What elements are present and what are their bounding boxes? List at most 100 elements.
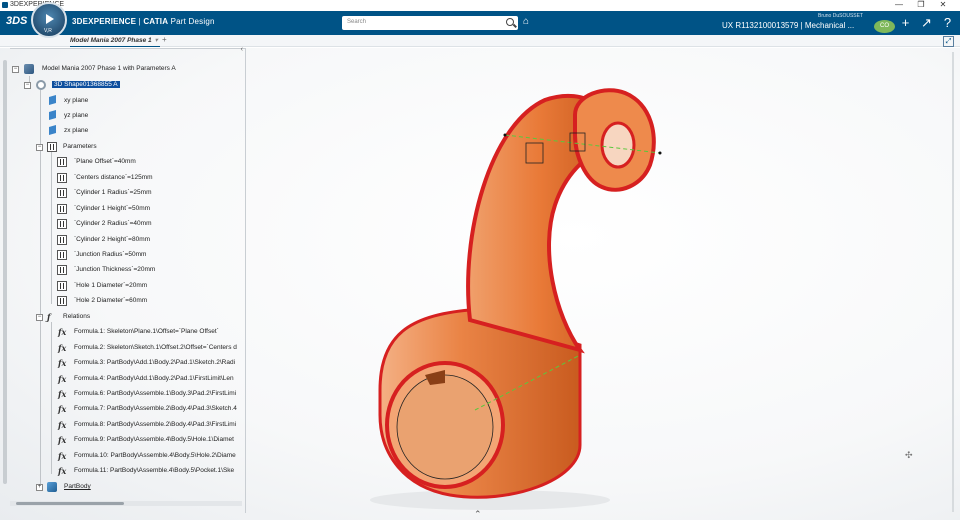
relation-label: Formula.10: PartBody\Assemble.4\Body.5\H… [74, 452, 236, 459]
parameter-icon [57, 188, 67, 198]
fx-icon: fx [58, 466, 67, 476]
app-icon [2, 2, 8, 8]
relation-label: Formula.9: PartBody\Assemble.4\Body.5\Ho… [74, 436, 234, 443]
tab-menu-icon[interactable]: ▾ [155, 37, 158, 44]
parameter-icon [57, 296, 67, 306]
add-tab-button[interactable]: + [162, 35, 167, 44]
fx-icon: fx [58, 435, 67, 445]
minimize-button[interactable]: — [888, 0, 910, 9]
parameter-label: `Cylinder 2 Radius`=40mm [74, 220, 152, 227]
plus-icon[interactable]: + [895, 15, 916, 30]
tree-vertical-scrollbar[interactable] [3, 60, 7, 484]
toggle[interactable]: − [24, 82, 31, 89]
parameter-label: `Junction Thickness`=20mm [74, 266, 156, 273]
relation-label: Formula.11: PartBody\Assemble.4\Body.5\P… [74, 467, 235, 474]
window-controls: — ❐ ✕ [888, 0, 954, 9]
play-icon [46, 14, 54, 24]
relation-label: Formula.2: Skeleton\Sketch.1\Offset.2\Of… [74, 344, 237, 351]
tag-icon[interactable]: ⌂ [523, 16, 529, 27]
part-model[interactable] [350, 85, 700, 510]
product-icon [24, 64, 34, 74]
top-icons: CO + ↗? [874, 15, 958, 33]
compass-version: V,R [44, 28, 52, 34]
action-bar-toggle-icon[interactable]: ⌃ [474, 509, 482, 520]
viewport-scrollbar[interactable] [952, 52, 954, 512]
parameter-label: `Hole 2 Diameter`=60mm [74, 297, 148, 304]
hole-1[interactable] [600, 121, 636, 169]
skeleton-point [503, 133, 507, 137]
tab-model-mania[interactable]: Model Mania 2007 Phase 1 ▾ [70, 36, 158, 44]
parameter-label: `Cylinder 2 Height`=80mm [74, 236, 151, 243]
relations-label: Relations [63, 313, 91, 320]
parameter-icon [57, 157, 67, 167]
tree-horizontal-scrollbar[interactable] [16, 502, 124, 505]
parameter-label: `Centers distance`=125mm [74, 174, 153, 181]
plane-label: xy plane [64, 97, 89, 104]
share-icon[interactable]: ↗ [916, 15, 937, 31]
ds-logo-icon[interactable]: 3DS [6, 15, 27, 27]
tab-label: Model Mania 2007 Phase 1 [70, 37, 152, 44]
search-input[interactable]: Search [342, 16, 518, 30]
skeleton-point [658, 151, 662, 155]
partbody-icon [47, 482, 57, 492]
relation-label: Formula.6: PartBody\Assemble.1\Body.3\Pa… [74, 390, 237, 397]
expand-icon[interactable]: ⤢ [943, 36, 954, 47]
fx-icon: fx [58, 389, 67, 399]
hole-2[interactable] [396, 374, 494, 480]
fx-icon: fx [58, 404, 67, 414]
parameter-icon [57, 219, 67, 229]
restore-button[interactable]: ❐ [910, 0, 932, 9]
window-title-bar: 3DEXPERIENCE — ❐ ✕ [0, 0, 960, 11]
fx-icon: fx [58, 327, 67, 337]
parameter-icon [57, 265, 67, 275]
top-bar: 3DS 3DEXPERIENCE | CATIA Part Design Sea… [0, 11, 960, 35]
parameter-label: `Plane Offset`=40mm [74, 158, 136, 165]
toggle[interactable]: − [12, 66, 19, 73]
tree-panel-divider[interactable] [245, 48, 246, 513]
relation-label: Formula.4: PartBody\Add.1\Body.2\Pad.1\F… [74, 375, 234, 382]
search-placeholder: Search [347, 19, 367, 25]
parameter-icon [57, 204, 67, 214]
relation-label: Formula.1: Skeleton\Plane.1\Offset=`Plan… [74, 328, 219, 335]
user-context[interactable]: UX R1132100013579 | Mechanical ... [722, 21, 854, 30]
fx-icon: fx [58, 358, 67, 368]
parameters-label: Parameters [63, 143, 97, 150]
fx-icon: fx [58, 451, 67, 461]
3d-shape-icon [36, 80, 46, 90]
relation-label: Formula.3: PartBody\Add.1\Body.2\Pad.1\S… [74, 359, 236, 366]
toggle[interactable]: − [36, 144, 43, 151]
tree-root-label: Model Mania 2007 Phase 1 with Parameters… [42, 65, 176, 72]
toggle[interactable]: + [36, 484, 43, 491]
close-window-button[interactable]: ✕ [932, 0, 954, 9]
tab-bar: Model Mania 2007 Phase 1 ▾ + [0, 35, 960, 47]
parameter-label: `Cylinder 1 Radius`=25mm [74, 189, 152, 196]
fx-icon: fx [58, 343, 67, 353]
relation-label: Formula.7: PartBody\Assemble.2\Body.4\Pa… [74, 405, 237, 412]
relation-label: Formula.8: PartBody\Assemble.2\Body.4\Pa… [74, 421, 237, 428]
fx-icon: fx [58, 420, 67, 430]
tree-line [51, 152, 52, 304]
parameter-icon [57, 173, 67, 183]
help-icon[interactable]: ? [937, 15, 958, 30]
axis-triad-icon[interactable]: ✣ [905, 450, 913, 461]
brand-module: Part Design [170, 17, 215, 26]
search-icon[interactable] [506, 18, 514, 26]
parameter-icon [57, 235, 67, 245]
tree-line [51, 322, 52, 474]
parameter-icon [57, 281, 67, 291]
collapse-tree-icon[interactable]: ‹ [241, 46, 243, 53]
collab-badge-label: CO [874, 20, 895, 33]
relations-icon: ƒ [47, 312, 51, 322]
parameter-label: `Cylinder 1 Height`=50mm [74, 205, 151, 212]
brand-catia: CATIA [143, 17, 169, 26]
tree-panel-header: ‹ [10, 46, 245, 57]
owner-name: Bruno DuSOUSSET [818, 13, 864, 19]
collab-badge[interactable]: CO [874, 15, 895, 33]
parameter-label: `Hole 1 Diameter`=20mm [74, 282, 148, 289]
parameter-label: `Junction Radius`=50mm [74, 251, 147, 258]
compass-icon[interactable]: V,R [31, 2, 67, 38]
parameter-set-icon [47, 142, 57, 152]
plane-label: zx plane [64, 127, 89, 134]
brand-3dexperience: 3DEXPERIENCE [72, 17, 137, 26]
toggle[interactable]: − [36, 314, 43, 321]
